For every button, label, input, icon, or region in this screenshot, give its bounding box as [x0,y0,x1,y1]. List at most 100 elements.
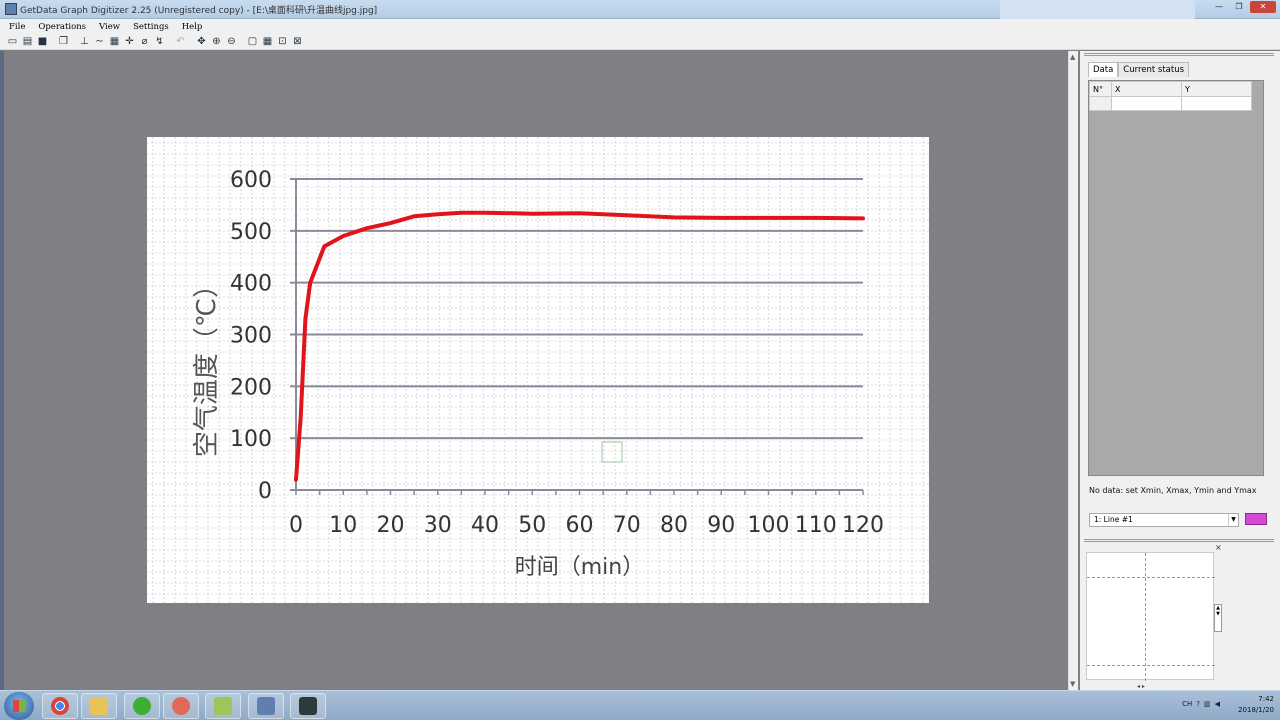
clear-icon[interactable]: ⊠ [291,35,304,48]
x-tick-label: 10 [329,513,357,538]
line-select-value: 1: Line #1 [1094,515,1133,524]
chevron-down-icon[interactable]: ▼ [1228,514,1238,526]
x-tick-label: 120 [842,513,884,538]
volume-icon[interactable]: ◀ [1215,700,1220,708]
area-icon[interactable]: ▦ [108,35,121,48]
x-tick-label: 30 [424,513,452,538]
scan-icon[interactable]: ▤ [21,35,34,48]
x-tick-label: 50 [518,513,546,538]
x-tick-label: 90 [707,513,735,538]
open-icon[interactable]: ▭ [6,35,19,48]
side-panel: Data Current status N° X Y No data: set … [1080,51,1280,690]
menu-bar: File Operations View Settings Help [0,19,1280,34]
taskbar: CH ? ▥ ◀ 7:42 2018/1/20 [0,690,1280,720]
line-digitize-icon[interactable]: ∼ [93,35,106,48]
point-capture-icon[interactable]: ⊥ [78,35,91,48]
tab-data[interactable]: Data [1088,62,1119,77]
line-color-swatch[interactable] [1245,513,1267,525]
col-x: X [1111,81,1182,97]
x-tick-label: 0 [289,513,303,538]
scroll-down-icon[interactable]: ▼ [1070,680,1075,688]
panel-tabs: Data Current status [1088,62,1190,77]
help-icon[interactable]: ? [1196,700,1200,708]
clock-date: 2018/1/20 [1238,706,1274,714]
window-title: GetData Graph Digitizer 2.25 (Unregister… [20,6,378,16]
x-tick-label: 60 [566,513,594,538]
lang-indicator[interactable]: CH [1182,700,1192,708]
x-tick-label: 100 [748,513,790,538]
restore-button[interactable]: ❐ [1230,1,1248,13]
x-tick-label: 20 [377,513,405,538]
copy-icon[interactable]: ❐ [57,35,70,48]
chrome-icon[interactable] [42,693,78,719]
title-bar: GetData Graph Digitizer 2.25 (Unregister… [0,0,1280,19]
cell-x[interactable] [1111,96,1182,111]
menu-help[interactable]: Help [182,22,203,32]
select-area-icon[interactable]: ⊡ [276,35,289,48]
y-tick-label: 500 [230,220,272,245]
x-tick-label: 40 [471,513,499,538]
y-axis-title: 空气温度（℃） [192,272,222,457]
notes-icon[interactable] [205,693,241,719]
network-icon[interactable]: ▥ [1204,700,1211,708]
panel-divider [1084,539,1274,542]
tab-current-status[interactable]: Current status [1118,62,1190,77]
save-icon[interactable]: ■ [36,35,49,48]
y-tick-label: 600 [230,168,272,193]
cursor-marker [601,441,623,463]
eraser-icon[interactable]: ⌀ [138,35,151,48]
close-button[interactable]: ✕ [1250,1,1276,13]
line-select[interactable]: 1: Line #1 ▼ [1089,513,1239,527]
menu-view[interactable]: View [99,22,120,32]
row-header [1089,96,1112,111]
chart-svg: 0 100 200 300 400 500 600 0 10 20 30 40 50 60 70 80 90 10… [147,137,929,603]
printer-icon[interactable] [290,693,326,719]
digitized-image[interactable]: 0 100 200 300 400 500 600 0 10 20 30 40 50 60 70 80 90 10… [147,137,929,603]
x-tick-label: 110 [795,513,837,538]
clock[interactable]: 7:42 2018/1/20 [1238,694,1274,716]
zoom-out-icon[interactable]: ⊖ [225,35,238,48]
getdata-icon[interactable] [248,693,284,719]
magnifier-view [1086,552,1215,681]
title-highlight [1000,0,1195,19]
undo-icon[interactable]: ↶ [174,35,187,48]
magnifier-close-icon[interactable]: × [1215,543,1222,552]
auto-trace-icon[interactable]: ↯ [153,35,166,48]
x-tick-label: 80 [660,513,688,538]
folder-icon[interactable] [81,693,117,719]
app-icon[interactable] [163,693,199,719]
window-controls: — ❐ ✕ [1210,1,1276,13]
col-y: Y [1181,81,1252,97]
y-tick-label: 0 [258,479,272,504]
menu-settings[interactable]: Settings [133,22,169,32]
magnifier-hscroll[interactable]: ◂ ▸ [1137,683,1145,690]
data-table[interactable]: N° X Y [1088,80,1264,476]
menu-operations[interactable]: Operations [38,22,86,32]
x-tick-label: 70 [613,513,641,538]
windows-logo-icon [13,700,25,712]
y-tick-label: 100 [230,427,272,452]
canvas-vertical-scrollbar[interactable]: ▲ ▼ [1068,51,1078,690]
grid-icon[interactable]: ▦ [261,35,274,48]
wechat-icon[interactable] [124,693,160,719]
minimize-button[interactable]: — [1210,1,1228,13]
cell-y[interactable] [1181,96,1252,111]
start-button[interactable] [4,692,34,720]
magnifier-scrollbar[interactable]: ▲ ▼ [1214,604,1222,632]
fit-icon[interactable]: ▢ [246,35,259,48]
zoom-in-icon[interactable]: ⊕ [210,35,223,48]
status-message: No data: set Xmin, Xmax, Ymin and Ymax [1089,486,1257,495]
toolbar: ▭ ▤ ■ ❐ ⊥ ∼ ▦ ✛ ⌀ ↯ ↶ ✥ ⊕ ⊖ ▢ ▦ ⊡ ⊠ [0,34,1280,50]
y-tick-label: 300 [230,324,272,349]
tray-icons: CH ? ▥ ◀ [1182,700,1220,708]
col-number: N° [1089,81,1112,97]
scroll-up-icon[interactable]: ▲ [1070,53,1075,61]
app-icon [5,3,17,15]
y-tick-label: 200 [230,375,272,400]
axis-set-icon[interactable]: ✛ [123,35,136,48]
pan-icon[interactable]: ✥ [195,35,208,48]
table-row[interactable] [1089,96,1252,111]
menu-file[interactable]: File [9,22,25,32]
x-axis-title: 时间（min） [515,555,645,580]
y-tick-label: 400 [230,272,272,297]
